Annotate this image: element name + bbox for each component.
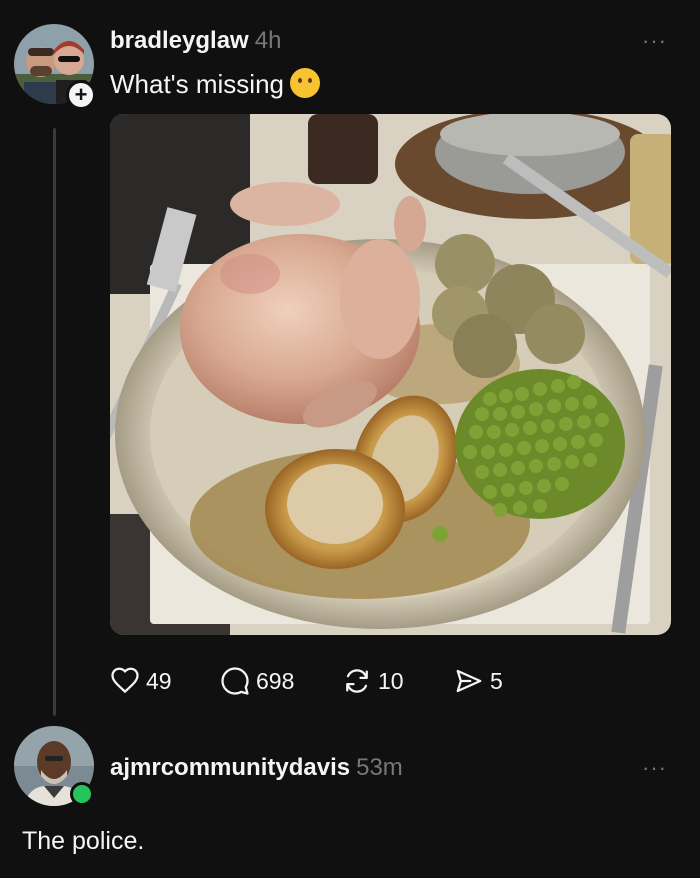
post-author-header: bradleyglaw 4h — [110, 27, 281, 55]
share-count: 5 — [490, 667, 503, 694]
repost-count: 10 — [378, 667, 404, 694]
reply-more-options-icon[interactable]: ··· — [642, 755, 667, 781]
post-username[interactable]: bradleyglaw — [110, 27, 249, 54]
comment-count: 698 — [256, 667, 295, 694]
like-button[interactable]: 49 — [110, 666, 172, 696]
like-count: 49 — [146, 667, 172, 694]
repost-button[interactable]: 10 — [342, 666, 404, 696]
send-icon — [456, 669, 482, 693]
thread-connector-line — [53, 128, 56, 716]
online-status-indicator — [70, 782, 94, 806]
post-image[interactable] — [110, 114, 671, 635]
share-button[interactable]: 5 — [454, 666, 503, 696]
thread: + bradleyglaw 4h ··· What's missing 49 6… — [0, 0, 700, 878]
follow-plus-icon[interactable]: + — [66, 80, 96, 110]
heart-icon — [111, 667, 139, 694]
post-text: What's missing — [110, 68, 321, 100]
reply-time: 53m — [356, 754, 403, 781]
post-time: 4h — [254, 27, 282, 54]
reply-text: The police. — [22, 827, 145, 855]
thinking-face-icon — [290, 68, 321, 98]
comment-bubble-icon — [221, 667, 249, 695]
post-more-options-icon[interactable]: ··· — [642, 28, 667, 54]
comment-button[interactable]: 698 — [220, 666, 294, 696]
post-text-content: What's missing — [110, 69, 285, 99]
repost-icon — [346, 669, 368, 693]
reply-author-header: ajmrcommunitydavis 53m — [110, 754, 403, 782]
reply-username[interactable]: ajmrcommunitydavis — [110, 754, 350, 781]
